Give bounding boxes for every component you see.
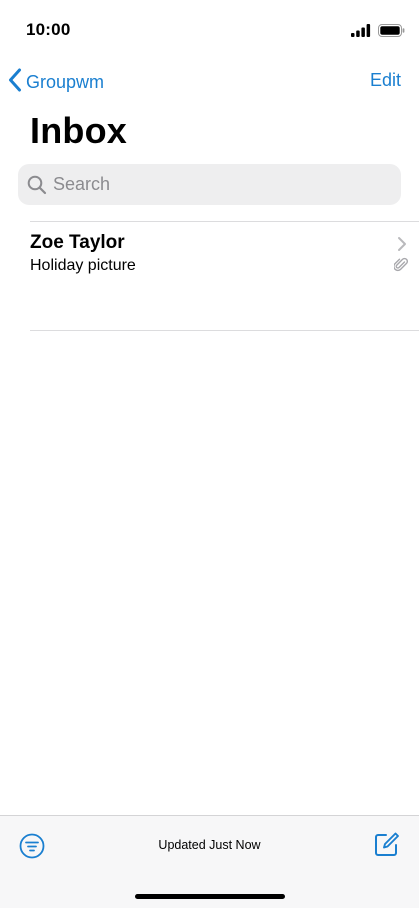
edit-button[interactable]: Edit xyxy=(370,70,401,91)
chevron-left-icon xyxy=(8,68,22,97)
paperclip-icon xyxy=(393,257,409,278)
page-title: Inbox xyxy=(30,110,127,151)
compose-icon[interactable] xyxy=(374,831,400,862)
status-bar: 10:00 xyxy=(0,0,419,60)
status-time: 10:00 xyxy=(26,20,71,39)
list-item[interactable]: Zoe Taylor Holiday picture xyxy=(0,222,419,330)
back-button-label: Groupwm xyxy=(26,72,105,92)
search-input[interactable] xyxy=(53,174,373,195)
bottom-toolbar: Updated Just Now xyxy=(0,815,419,908)
home-indicator[interactable] xyxy=(135,894,285,899)
status-icons xyxy=(351,24,405,42)
mail-subject: Holiday picture xyxy=(30,257,136,274)
update-status-text: Updated Just Now xyxy=(158,838,261,852)
cellular-signal-icon xyxy=(351,24,371,42)
chevron-right-icon xyxy=(397,236,407,257)
navigation-bar: Groupwm Edit xyxy=(0,64,419,98)
mail-sender: Zoe Taylor xyxy=(30,232,125,253)
battery-icon xyxy=(378,24,405,42)
mail-inbox-screen: 10:00 Groupwm Edit Inbox Search Zoe Tayl… xyxy=(0,0,419,908)
list-bottom-divider xyxy=(30,330,419,331)
search-bar[interactable] xyxy=(18,164,401,205)
magnifying-glass-icon xyxy=(27,175,47,195)
back-button[interactable]: Groupwm xyxy=(8,68,104,97)
